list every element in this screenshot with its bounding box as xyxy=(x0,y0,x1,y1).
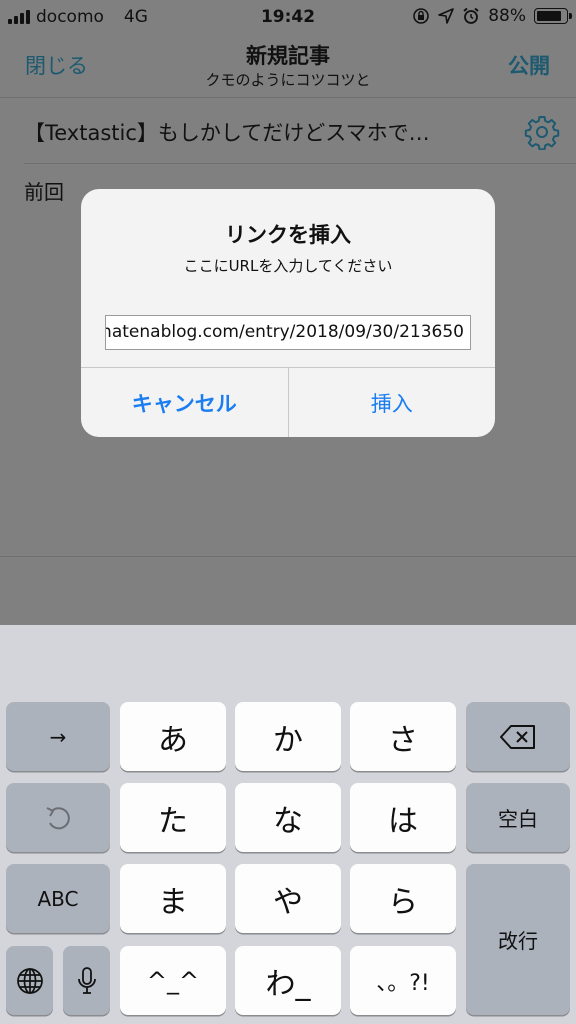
space-key[interactable]: 空白 xyxy=(466,783,570,852)
status-bar: docomo 4G 19:42 88% xyxy=(0,0,576,36)
key-ka[interactable]: か xyxy=(235,702,341,771)
page-title: 新規記事 xyxy=(246,44,330,68)
globe-key[interactable] xyxy=(6,946,53,1015)
key-ta[interactable]: た xyxy=(120,783,226,852)
key-na[interactable]: な xyxy=(235,783,341,852)
dictation-key[interactable] xyxy=(63,946,110,1015)
battery-percent: 88% xyxy=(488,6,526,26)
article-body[interactable]: 前回 xyxy=(24,176,64,205)
insert-link-dialog: リンクを挿入 ここにURLを入力してください https://kumonoyou… xyxy=(81,189,495,437)
insert-button[interactable]: 挿入 xyxy=(289,368,496,437)
key-ha[interactable]: は xyxy=(350,783,456,852)
navigation-bar: 閉じる 新規記事 クモのようにコツコツと 公開 xyxy=(0,36,576,98)
blog-name: クモのようにコツコツと xyxy=(205,71,371,89)
alarm-icon xyxy=(463,7,479,24)
abc-key[interactable]: ABC xyxy=(6,864,110,933)
gear-icon[interactable] xyxy=(524,114,560,150)
dialog-message: ここにURLを入力してください xyxy=(183,257,393,275)
key-a[interactable]: あ xyxy=(120,702,226,771)
key-ra[interactable]: ら xyxy=(350,864,456,933)
status-right: 88% xyxy=(412,6,572,26)
article-title-row: 【Textastic】もしかしてだけどスマホで… xyxy=(24,100,576,164)
url-input[interactable]: https://kumonoyouni.hatenablog.com/entry… xyxy=(105,315,471,350)
location-icon xyxy=(438,8,455,24)
url-input-value: https://kumonoyouni.hatenablog.com/entry… xyxy=(106,322,464,342)
battery-icon xyxy=(534,8,572,24)
key-ya[interactable]: や xyxy=(235,864,341,933)
backspace-icon xyxy=(500,724,535,749)
key-punctuation[interactable]: 、。?! xyxy=(350,946,456,1015)
key-sa[interactable]: さ xyxy=(350,702,456,771)
dialog-title: リンクを挿入 xyxy=(225,223,351,247)
japanese-keyboard: → あ か さ た な は 空白 ABC ま や ら 改行 ^_^ わ_ 、。?… xyxy=(0,625,576,1024)
undo-key[interactable] xyxy=(6,783,110,852)
globe-icon xyxy=(16,967,43,994)
publish-button[interactable]: 公開 xyxy=(508,50,550,80)
article-title-field[interactable]: 【Textastic】もしかしてだけどスマホで… xyxy=(24,117,494,147)
delete-key[interactable] xyxy=(466,702,570,771)
key-ma[interactable]: ま xyxy=(120,864,226,933)
return-key[interactable]: 改行 xyxy=(466,864,570,1015)
dialog-actions: キャンセル 挿入 xyxy=(81,367,495,437)
microphone-icon xyxy=(77,966,96,994)
cancel-button[interactable]: キャンセル xyxy=(81,368,289,437)
undo-icon xyxy=(46,806,70,829)
next-key[interactable]: → xyxy=(6,702,110,771)
key-kaomoji[interactable]: ^_^ xyxy=(120,946,226,1015)
orientation-lock-icon xyxy=(413,8,430,24)
key-wa[interactable]: わ_ xyxy=(235,946,341,1015)
divider xyxy=(0,556,576,557)
